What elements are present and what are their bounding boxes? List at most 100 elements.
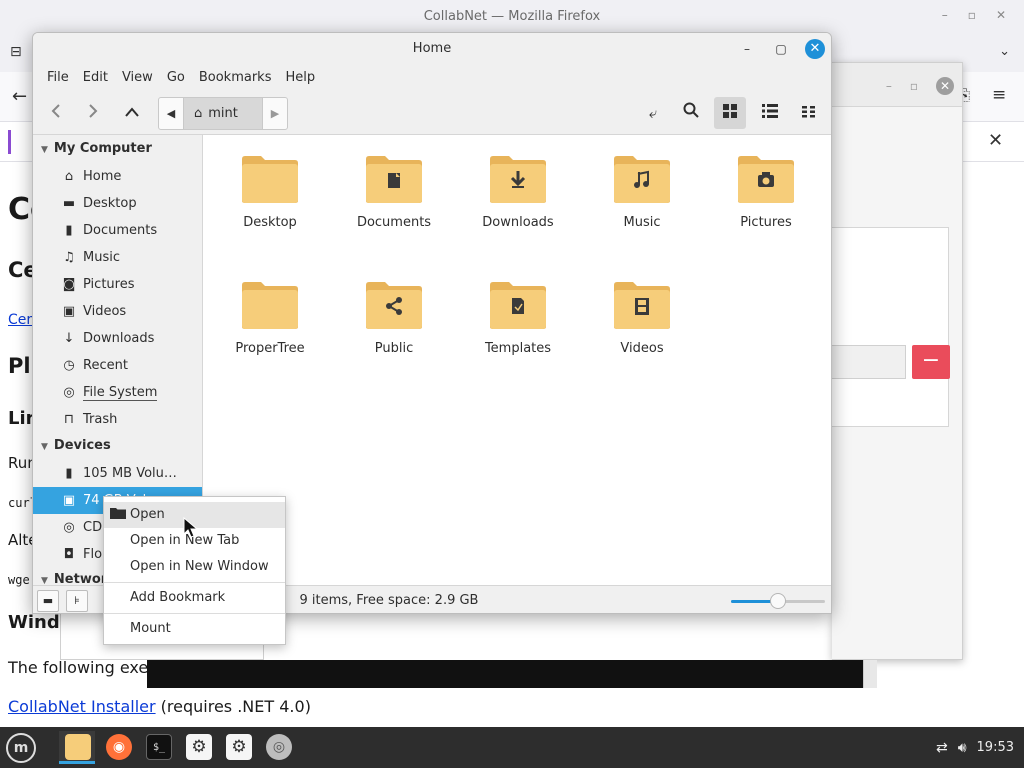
file-item[interactable]: Music [587,153,697,230]
film-icon: ▣ [62,304,76,319]
taskbar-firefox-app[interactable]: ◉ [100,731,136,764]
sidebar-item-home[interactable]: ⌂ Home [33,163,202,190]
breadcrumb-left-icon[interactable]: ◀ [159,98,183,129]
menu-edit[interactable]: Edit [76,65,115,91]
menu-bookmarks[interactable]: Bookmarks [192,65,279,91]
file-item[interactable]: ProperTree [215,279,325,356]
breadcrumb-home[interactable]: ⌂ mint [183,98,263,129]
context-separator [104,582,285,583]
forward-icon[interactable] [77,97,109,129]
file-item[interactable]: Desktop [215,153,325,230]
minimize-icon[interactable]: – [886,79,892,93]
menu-icon[interactable]: ≡ [992,85,1006,105]
taskbar: m ◉ $_ ⚙ ⚙ ◎ ⇄ 🔊︎ 19:53 [0,727,1024,768]
document-icon: ▮ [65,223,73,238]
folder-icon [490,156,546,203]
icon-view-icon[interactable] [714,97,746,129]
sidebar-item-file-system[interactable]: ◎ File System [33,379,202,406]
clock[interactable]: 19:53 [977,740,1014,755]
zoom-slider-handle[interactable] [770,593,786,609]
file-item[interactable]: Downloads [463,153,573,230]
firefox-titlebar: CollabNet — Mozilla Firefox [0,0,1024,34]
toggle-location-icon[interactable]: ⤶ [637,97,669,129]
file-label: Downloads [482,215,554,230]
sidebar-section-devices[interactable]: ▼ Devices [41,438,111,453]
minimize-icon[interactable]: – [737,39,757,59]
taskbar-settings-app[interactable]: ⚙ [180,731,216,764]
network-icon[interactable]: ⇄ [936,740,948,756]
firefox-icon: ◉ [106,734,132,760]
search-icon[interactable] [675,97,707,129]
menu-help[interactable]: Help [278,65,322,91]
remove-button[interactable]: − [912,345,950,379]
file-label: Videos [620,341,664,356]
folder-icon [614,282,670,329]
menu-view[interactable]: View [115,65,160,91]
page-code-2: wge [8,573,30,587]
minimize-icon[interactable]: – [942,8,948,22]
taskbar-settings-app-2[interactable]: ⚙ [220,731,256,764]
close-icon[interactable]: ✕ [805,39,825,59]
tab-overview-icon[interactable]: ⊟ [10,44,22,60]
folder-icon [614,156,670,203]
menu-go[interactable]: Go [160,65,192,91]
installer-link[interactable]: CollabNet Installer [8,697,156,716]
background-dialog-field[interactable] [832,345,906,379]
expander-icon: ▼ [41,145,48,155]
start-menu-icon[interactable]: m [6,733,36,763]
clock-icon: ◷ [63,358,75,373]
file-item[interactable]: Templates [463,279,573,356]
mouse-cursor-icon [183,516,199,543]
sidebar-item-documents[interactable]: ▮ Documents [33,217,202,244]
usb-icon: ▮ [65,466,73,481]
close-notification-icon[interactable]: ✕ [988,130,1003,151]
taskbar-files-app[interactable] [59,731,95,764]
zoom-slider[interactable] [731,593,825,609]
show-tree-icon[interactable]: ⊧ [66,590,88,612]
compact-view-icon[interactable] [793,97,825,129]
close-icon[interactable]: ✕ [936,77,954,95]
file-item[interactable]: Pictures [711,153,821,230]
terminal-scrollbar[interactable] [863,660,877,688]
file-item[interactable]: Videos [587,279,697,356]
gear-icon: ⚙ [226,734,252,760]
page-link[interactable]: Cer [8,312,32,328]
context-add-bookmark[interactable]: Add Bookmark [104,585,285,611]
file-label: Documents [356,215,432,230]
show-places-icon[interactable]: ▬ [37,590,59,612]
maximize-icon[interactable]: ▫ [910,79,918,93]
sidebar-section-my-computer[interactable]: ▼ My Computer [41,141,152,156]
taskbar-terminal-app[interactable]: $_ [140,731,176,764]
taskbar-disks-app[interactable]: ◎ [260,731,296,764]
list-view-icon[interactable] [754,97,786,129]
desktop-icon: ▬ [62,196,76,211]
sidebar-item-downloads[interactable]: ↓ Downloads [33,325,202,352]
sidebar-item-videos[interactable]: ▣ Videos [33,298,202,325]
up-icon[interactable] [116,97,148,129]
sidebar-item-volume-105mb[interactable]: ▮ 105 MB Volu… [33,460,202,487]
file-label: Music [623,215,661,230]
maximize-icon[interactable]: ▢ [771,39,791,59]
disk-utility-icon: ◎ [266,734,292,760]
sidebar-item-trash[interactable]: ⊓ Trash [33,406,202,433]
sidebar-item-desktop[interactable]: ▬ Desktop [33,190,202,217]
sidebar-item-recent[interactable]: ◷ Recent [33,352,202,379]
page-text-following: The following exec [8,658,158,677]
sidebar-item-pictures[interactable]: ◙ Pictures [33,271,202,298]
breadcrumb-right-icon[interactable]: ▶ [263,98,287,129]
folder-icon [490,282,546,329]
system-tray: ⇄ 🔊︎ 19:53 [936,727,1014,768]
list-tabs-icon[interactable]: ⌄ [999,44,1010,59]
menu-file[interactable]: File [40,65,76,91]
context-mount[interactable]: Mount [104,616,285,642]
context-open-new-window[interactable]: Open in New Window [104,554,285,580]
sidebar-item-music[interactable]: ♫ Music [33,244,202,271]
file-label: Public [374,341,414,356]
maximize-icon[interactable]: ▫ [968,8,976,22]
volume-icon[interactable]: 🔊︎ [958,740,967,756]
back-arrow-icon[interactable]: ← [12,86,27,107]
close-icon[interactable]: ✕ [996,8,1006,22]
file-item[interactable]: Public [339,279,449,356]
back-icon[interactable] [40,97,72,129]
file-item[interactable]: Documents [339,153,449,230]
